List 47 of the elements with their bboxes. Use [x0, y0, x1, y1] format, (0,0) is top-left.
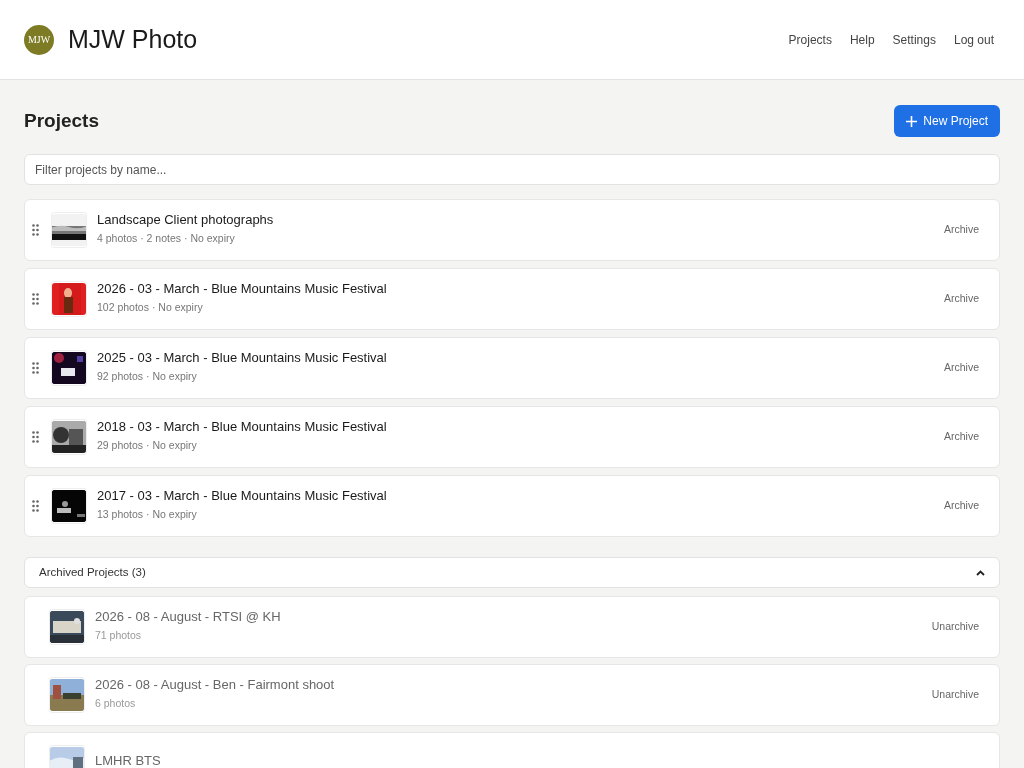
- project-meta: 6 photos: [95, 695, 137, 710]
- archive-button[interactable]: Archive: [944, 291, 979, 307]
- project-card[interactable]: LMHR BTS: [24, 732, 1000, 768]
- archive-button[interactable]: Archive: [944, 429, 979, 445]
- project-card[interactable]: Landscape Client photographs 4 photos · 2 notes · No expiry Archive: [24, 199, 1000, 261]
- project-meta: 71 photos: [95, 627, 143, 642]
- project-name: 2025 - 03 - March - Blue Mountains Music Festival: [97, 349, 388, 366]
- filter-field[interactable]: Filter projects by name...: [24, 154, 1000, 185]
- project-card[interactable]: 2018 - 03 - March - Blue Mountains Music Festival 29 photos · No expiry Archive: [24, 406, 1000, 468]
- project-meta: 13 photos · No expiry: [97, 506, 198, 521]
- project-name: LMHR BTS: [95, 753, 162, 768]
- drag-handle-icon[interactable]: [32, 293, 39, 305]
- nav-link[interactable]: Settings: [892, 30, 936, 49]
- project-card[interactable]: 2017 - 03 - March - Blue Mountains Music Festival 13 photos · No expiry Archive: [24, 475, 1000, 537]
- drag-handle-icon[interactable]: [32, 500, 39, 512]
- site-title: MJW Photo: [68, 23, 198, 55]
- nav-link[interactable]: Help: [849, 30, 875, 49]
- logo-badge: MJW: [24, 24, 54, 55]
- unarchive-button[interactable]: Unarchive: [931, 687, 979, 703]
- project-card[interactable]: 2026 - 08 - August - Ben - Fairmont shoot 6 photos Unarchive: [24, 664, 1000, 726]
- drag-handle-icon[interactable]: [32, 362, 39, 374]
- archive-button[interactable]: Archive: [944, 222, 979, 238]
- chevron-icon: [976, 569, 985, 576]
- nav-link[interactable]: Log out: [953, 30, 994, 49]
- archived-projects-toggle[interactable]: Archived Projects (3): [24, 557, 1000, 588]
- drag-handle-icon[interactable]: [32, 224, 39, 236]
- nav-link[interactable]: Projects: [788, 30, 832, 49]
- project-name: 2026 - 08 - August - Ben - Fairmont shoot: [95, 676, 336, 693]
- page-title: Projects: [24, 108, 99, 133]
- project-card[interactable]: 2025 - 03 - March - Blue Mountains Music Festival 92 photos · No expiry Archive: [24, 337, 1000, 399]
- project-meta: 102 photos · No expiry: [97, 299, 204, 314]
- project-name: 2026 - 03 - March - Blue Mountains Music Festival: [97, 280, 388, 297]
- project-name: 2026 - 08 - August - RTSI @ KH: [95, 608, 282, 625]
- project-card[interactable]: 2026 - 08 - August - RTSI @ KH 71 photos Unarchive: [24, 596, 1000, 658]
- project-name: Landscape Client photographs: [97, 211, 275, 228]
- unarchive-button[interactable]: Unarchive: [931, 619, 979, 635]
- new-project-button[interactable]: New Project: [894, 105, 1000, 137]
- drag-handle-icon[interactable]: [32, 431, 39, 443]
- plus-icon: [906, 115, 918, 127]
- project-meta: 29 photos · No expiry: [97, 437, 198, 452]
- project-name: 2018 - 03 - March - Blue Mountains Music Festival: [97, 418, 388, 435]
- archive-button[interactable]: Archive: [944, 498, 979, 514]
- project-meta: 4 photos · 2 notes · No expiry: [97, 230, 236, 245]
- project-card[interactable]: 2026 - 03 - March - Blue Mountains Music Festival 102 photos · No expiry Archive: [24, 268, 1000, 330]
- project-meta: 92 photos · No expiry: [97, 368, 198, 383]
- archive-button[interactable]: Archive: [944, 360, 979, 376]
- project-name: 2017 - 03 - March - Blue Mountains Music Festival: [97, 487, 388, 504]
